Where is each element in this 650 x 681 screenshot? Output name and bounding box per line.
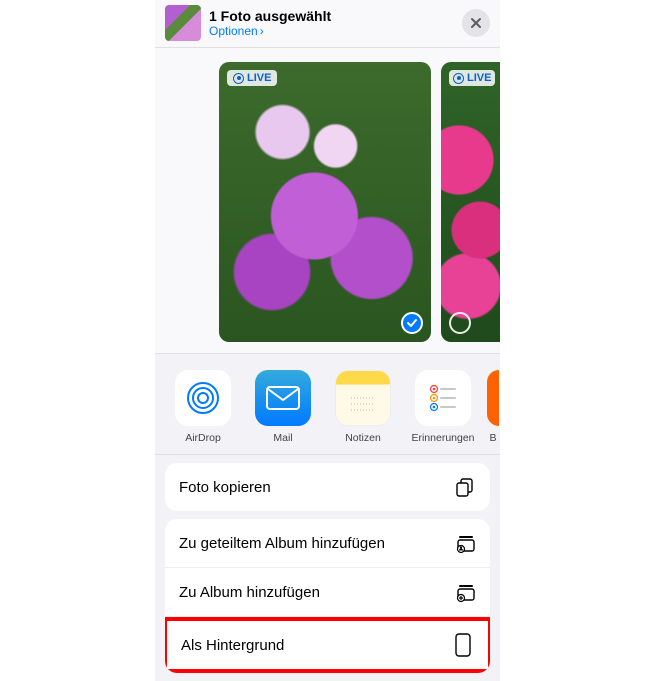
app-label: Mail (273, 432, 292, 444)
action-list: Foto kopieren Zu geteiltem Album hinzufü… (155, 455, 500, 681)
options-label: Optionen (209, 24, 258, 38)
action-label: Zu geteiltem Album hinzufügen (179, 535, 385, 552)
action-group: Foto kopieren (165, 463, 490, 511)
app-share-row[interactable]: AirDrop Mail Notizen Erinnerungen (155, 354, 500, 455)
share-sheet-header: 1 Foto ausgewählt Optionen › (155, 0, 500, 48)
photo-thumbnail[interactable]: LIVE (219, 62, 431, 342)
share-sheet: 1 Foto ausgewählt Optionen › LIVE LIVE (155, 0, 500, 681)
check-icon (406, 317, 418, 329)
close-icon (470, 17, 482, 29)
photo-preview-row[interactable]: LIVE LIVE (155, 48, 500, 354)
selected-checkmark[interactable] (401, 312, 423, 334)
action-label: Als Hintergrund (181, 637, 284, 654)
unselected-ring[interactable] (449, 312, 471, 334)
share-app-reminders[interactable]: Erinnerungen (403, 370, 483, 444)
photo-thumbnail[interactable]: LIVE (441, 62, 500, 342)
reminders-icon (415, 370, 471, 426)
action-add-shared-album[interactable]: Zu geteiltem Album hinzufügen (165, 519, 490, 568)
action-label: Foto kopieren (179, 479, 271, 496)
action-add-album[interactable]: Zu Album hinzufügen (165, 568, 490, 617)
mail-icon (255, 370, 311, 426)
shared-album-icon (454, 532, 476, 554)
live-icon (233, 73, 244, 84)
add-album-icon (454, 581, 476, 603)
selection-thumbnail (165, 5, 201, 41)
app-label: Erinnerungen (411, 432, 474, 444)
share-app-airdrop[interactable]: AirDrop (163, 370, 243, 444)
action-label: Zu Album hinzufügen (179, 584, 320, 601)
app-icon-partial (487, 370, 499, 426)
chevron-right-icon: › (260, 24, 264, 38)
app-label: Notizen (345, 432, 381, 444)
share-app-notes[interactable]: Notizen (323, 370, 403, 444)
options-link[interactable]: Optionen › (209, 24, 462, 38)
header-text: 1 Foto ausgewählt Optionen › (209, 8, 462, 38)
share-app-mail[interactable]: Mail (243, 370, 323, 444)
notes-icon (335, 370, 391, 426)
action-copy-photo[interactable]: Foto kopieren (165, 463, 490, 511)
airdrop-icon (175, 370, 231, 426)
live-icon (453, 73, 464, 84)
app-label: B (489, 432, 496, 444)
copy-icon (454, 476, 476, 498)
live-photo-badge: LIVE (227, 70, 277, 86)
selection-count-title: 1 Foto ausgewählt (209, 8, 462, 24)
share-app-cut[interactable]: B (483, 370, 503, 444)
close-button[interactable] (462, 9, 490, 37)
app-label: AirDrop (185, 432, 221, 444)
action-set-wallpaper[interactable]: Als Hintergrund (167, 621, 488, 669)
live-photo-badge: LIVE (449, 70, 495, 86)
wallpaper-icon (452, 634, 474, 656)
annotation-highlight: Als Hintergrund (165, 617, 490, 673)
action-group: Zu geteiltem Album hinzufügen Zu Album h… (165, 519, 490, 673)
